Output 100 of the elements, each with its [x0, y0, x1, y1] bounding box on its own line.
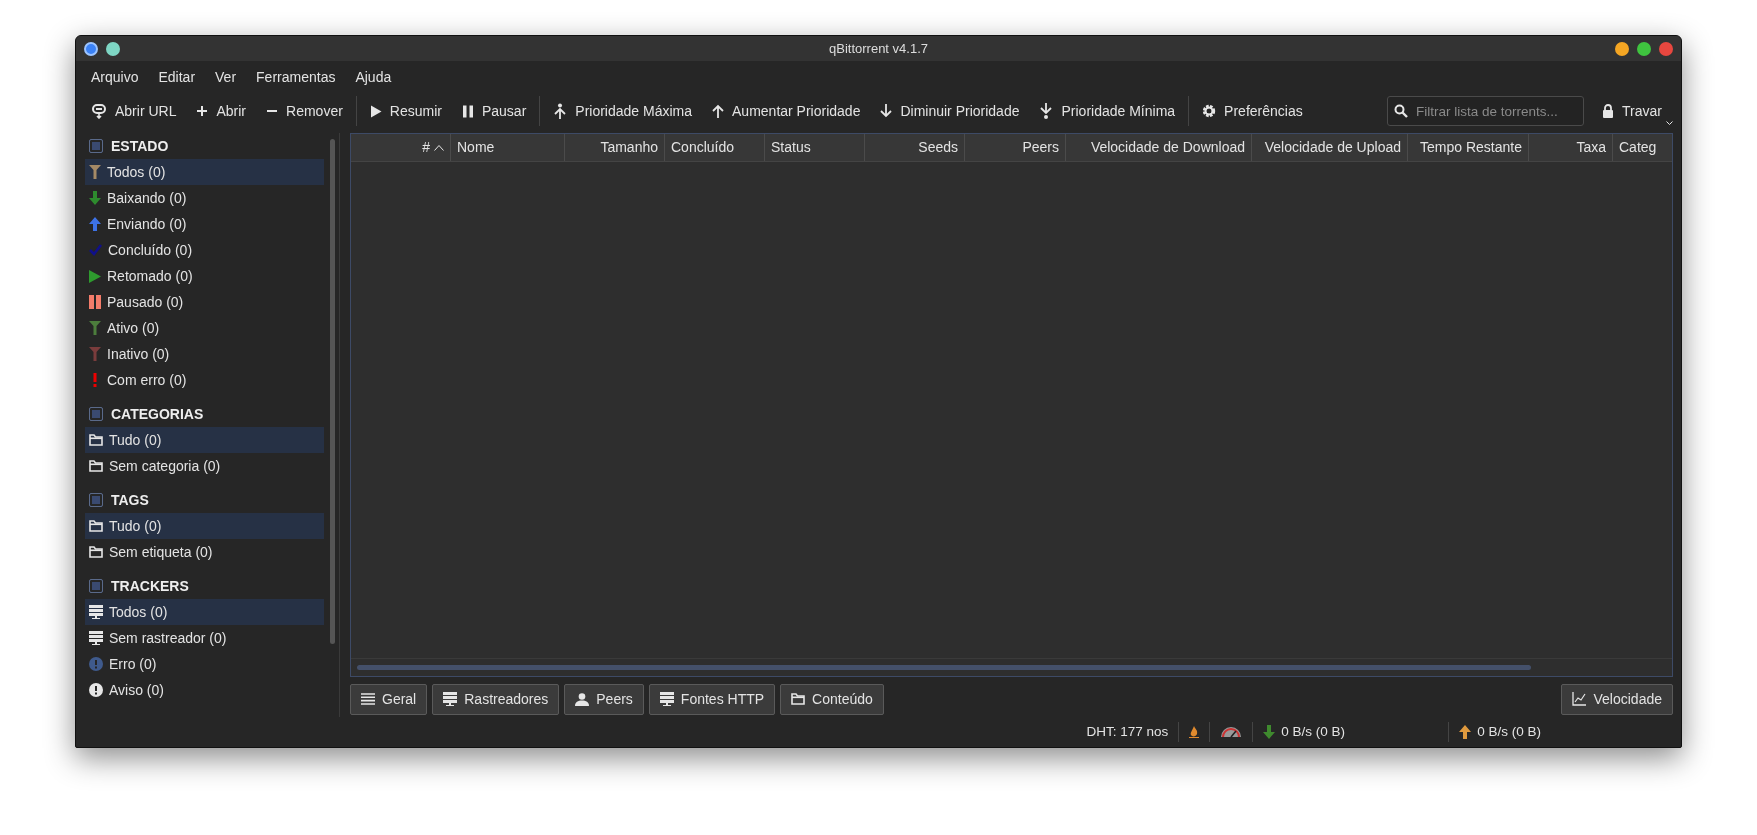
toggle-box[interactable] [89, 579, 103, 593]
app-logo-button[interactable] [84, 41, 98, 56]
column-header[interactable]: Peers [965, 134, 1066, 161]
sidebar-item[interactable]: Sem categoria (0) [85, 453, 324, 479]
maximize-button[interactable] [1637, 41, 1651, 56]
menu-item[interactable]: Ajuda [345, 63, 402, 91]
sidebar-item[interactable]: Todos (0) [85, 599, 324, 625]
sidebar-item[interactable]: Concluído (0) [85, 237, 324, 263]
play-icon [89, 269, 101, 283]
person-up-icon [553, 103, 568, 119]
arrow-up-icon [89, 217, 101, 231]
folder-icon [791, 693, 806, 705]
line-chart-icon [1572, 692, 1587, 706]
folder-icon [89, 460, 103, 472]
column-header[interactable]: Nome [451, 134, 565, 161]
column-header[interactable]: Concluído [665, 134, 765, 161]
column-header[interactable]: Tempo Restante [1408, 134, 1529, 161]
column-header[interactable]: Velocidade de Upload [1252, 134, 1408, 161]
section-title: CATEGORIAS [111, 404, 204, 424]
tab-button[interactable]: Peers [564, 683, 644, 715]
sidebar-item[interactable]: Sem rastreador (0) [85, 625, 324, 651]
tab-button[interactable]: Conteúdo [780, 683, 884, 715]
lock-button[interactable]: Travar [1592, 96, 1676, 126]
search-field[interactable]: Filtrar lista de torrents... [1387, 96, 1585, 126]
toolbar-button[interactable]: Diminuir Prioridade [870, 96, 1030, 126]
arrow-down-icon [880, 104, 893, 118]
speed-button[interactable]: Velocidade [1561, 683, 1673, 715]
sidebar-item[interactable]: Inativo (0) [85, 341, 324, 367]
sidebar-item[interactable]: Enviando (0) [85, 211, 324, 237]
server-icon [659, 692, 674, 706]
minimize-button[interactable] [1615, 41, 1629, 56]
tab-button[interactable]: Rastreadores [432, 683, 560, 715]
toolbar-button[interactable]: Preferências [1192, 96, 1313, 126]
toolbar-button[interactable]: Prioridade Máxima [543, 96, 703, 126]
toolbar-button[interactable]: Abrir URL [81, 96, 187, 126]
tab-button[interactable]: Geral [350, 683, 428, 715]
toolbar-button[interactable]: Pausar [451, 96, 537, 126]
funnel-icon [89, 321, 101, 335]
section-title: ESTADO [111, 136, 169, 156]
sidebar-item[interactable]: Tudo (0) [85, 513, 324, 539]
pause-icon [461, 104, 474, 118]
horizontal-scrollbar[interactable] [357, 665, 1531, 670]
funnel-icon [89, 347, 101, 361]
column-header[interactable]: Tamanho [565, 134, 665, 161]
toolbar-button[interactable]: Abrir [186, 96, 257, 126]
toolbar-button[interactable]: Remover [256, 96, 353, 126]
folder-icon [89, 434, 103, 446]
toolbar-button[interactable]: Prioridade Mínima [1029, 96, 1186, 126]
person-icon [575, 692, 590, 706]
column-header[interactable]: Seeds [865, 134, 965, 161]
sidebar-item[interactable]: Tudo (0) [85, 427, 324, 453]
toolbar-button[interactable]: Aumentar Prioridade [702, 96, 871, 126]
link-icon [91, 103, 107, 119]
toggle-box[interactable] [89, 407, 103, 421]
toolbar-button[interactable]: Resumir [359, 96, 452, 126]
sidebar-item[interactable]: Retomado (0) [85, 263, 324, 289]
sidebar-item[interactable]: Sem etiqueta (0) [85, 539, 324, 565]
server-icon [443, 692, 458, 706]
lock-icon [1602, 104, 1615, 118]
sidebar-item[interactable]: Todos (0) [85, 159, 324, 185]
search-icon [1394, 104, 1409, 118]
section-title: TAGS [111, 490, 149, 510]
download-speed: 0 B/s (0 B) [1281, 722, 1345, 741]
column-header[interactable]: Taxa [1529, 134, 1613, 161]
vertical-scrollbar[interactable] [330, 139, 335, 644]
window-title: qBittorrent v4.1.7 [829, 39, 928, 58]
column-header[interactable]: Velocidade de Download [1066, 134, 1252, 161]
column-header[interactable]: # [351, 134, 451, 161]
menu-item[interactable]: Editar [148, 63, 206, 91]
menu-item[interactable]: Ver [205, 63, 247, 91]
funnel-icon [89, 165, 101, 179]
toggle-box[interactable] [89, 493, 103, 507]
sidebar-item[interactable]: Com erro (0) [85, 367, 324, 393]
close-button[interactable] [1659, 41, 1673, 56]
server-icon [89, 605, 103, 619]
server-icon [89, 631, 103, 645]
settings-icon [1202, 104, 1217, 118]
column-header[interactable]: Status [765, 134, 865, 161]
menu-item[interactable]: Ferramentas [246, 63, 346, 91]
sidebar-item[interactable]: Ativo (0) [85, 315, 324, 341]
tab-button[interactable]: Fontes HTTP [648, 683, 776, 715]
sidebar-item[interactable]: Erro (0) [85, 651, 324, 677]
arrow-up-icon [712, 104, 725, 118]
folder-icon [89, 520, 103, 532]
checkmark-icon [89, 244, 102, 256]
folder-icon [89, 546, 103, 558]
menu-item[interactable]: Arquivo [81, 63, 149, 91]
arrow-up-icon [1459, 725, 1472, 739]
speedometer-icon [1220, 726, 1243, 738]
flame-icon [1189, 726, 1200, 738]
toggle-box[interactable] [89, 139, 103, 153]
pause-icon [89, 295, 101, 309]
sidebar-item[interactable]: Pausado (0) [85, 289, 324, 315]
column-header[interactable]: Categ [1613, 134, 1663, 161]
dht-status: DHT: 177 nos [1086, 722, 1169, 741]
sidebar-item[interactable]: Baixando (0) [85, 185, 324, 211]
section-title: TRACKERS [111, 576, 189, 596]
sidebar-item[interactable]: Aviso (0) [85, 677, 324, 703]
arrow-down-icon [1263, 725, 1276, 739]
window-button[interactable] [106, 41, 120, 56]
